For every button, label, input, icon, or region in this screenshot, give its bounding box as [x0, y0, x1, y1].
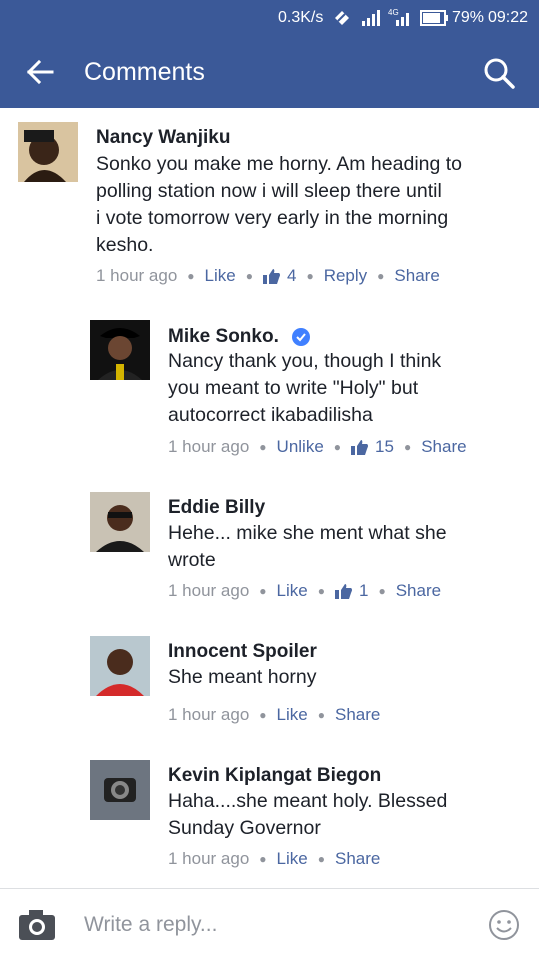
- separator: ●: [377, 269, 385, 283]
- thumbs-up-icon: [262, 269, 280, 284]
- comment-author[interactable]: Nancy Wanjiku: [96, 127, 230, 149]
- reply-composer: Write a reply...: [0, 888, 539, 961]
- like-button[interactable]: Like: [277, 705, 308, 725]
- back-arrow-icon[interactable]: [22, 54, 58, 90]
- status-bar: 0.3K/s 4G 79% 09:22: [0, 0, 539, 36]
- battery-level: 79%: [452, 9, 485, 26]
- comment-meta: 1 hour ago ● Like ● Share: [168, 849, 380, 869]
- comment-text: Nancy thank you, though I think you mean…: [168, 350, 442, 426]
- separator: ●: [259, 584, 267, 598]
- comment-meta: 1 hour ago ● Like ● 4 ● Reply ● Share: [96, 266, 440, 286]
- share-button[interactable]: Share: [396, 581, 441, 601]
- comment-author[interactable]: Innocent Spoiler: [168, 641, 317, 663]
- separator: ●: [317, 584, 325, 598]
- avatar[interactable]: [18, 122, 78, 182]
- battery-icon: [420, 10, 448, 26]
- comment-meta: 1 hour ago ● Like ● Share: [168, 705, 380, 725]
- comment-text: Sonko you make me horny. Am heading to p…: [96, 153, 463, 256]
- separator: ●: [317, 852, 325, 866]
- comment-author[interactable]: Eddie Billy: [168, 497, 265, 519]
- reply-button[interactable]: Reply: [324, 266, 367, 286]
- network-speed: 0.3K/s: [278, 9, 324, 26]
- separator: ●: [259, 852, 267, 866]
- comment-author[interactable]: Mike Sonko.: [168, 326, 311, 348]
- search-icon[interactable]: [482, 56, 516, 90]
- like-count[interactable]: 4: [287, 266, 296, 286]
- separator: ●: [259, 708, 267, 722]
- emoji-icon[interactable]: [488, 909, 520, 941]
- like-count[interactable]: 15: [375, 437, 394, 457]
- avatar[interactable]: [90, 492, 150, 552]
- separator: ●: [403, 440, 412, 454]
- separator: ●: [317, 708, 325, 722]
- comment-time: 1 hour ago: [96, 266, 178, 285]
- clock: 09:22: [488, 9, 529, 26]
- verified-badge-icon: [292, 327, 311, 346]
- comment-text: Hehe... mike she ment what she wrote: [168, 522, 447, 571]
- comment-time: 1 hour ago: [168, 581, 250, 600]
- unlike-button[interactable]: Unlike: [277, 437, 324, 457]
- share-button[interactable]: Share: [335, 705, 380, 725]
- app-bar: Comments: [0, 36, 539, 108]
- separator: ●: [306, 269, 314, 283]
- share-button[interactable]: Share: [394, 266, 439, 286]
- avatar[interactable]: [90, 636, 150, 696]
- avatar[interactable]: [90, 320, 150, 380]
- separator: ●: [245, 269, 253, 283]
- svg-text:4G: 4G: [388, 8, 399, 17]
- signal-icon: [362, 10, 380, 26]
- comment-author[interactable]: Kevin Kiplangat Biegon: [168, 765, 381, 787]
- thumbs-up-icon: [351, 440, 369, 455]
- comment-text: Haha....she meant holy. Blessed Sunday G…: [168, 790, 448, 839]
- thumbs-up-icon: [334, 584, 352, 599]
- like-button[interactable]: Like: [205, 266, 236, 286]
- comment-meta: 1 hour ago ● Unlike ● 15 ● Share: [168, 437, 467, 457]
- separator: ●: [259, 440, 267, 454]
- camera-icon[interactable]: [18, 909, 56, 941]
- share-button[interactable]: Share: [335, 849, 380, 869]
- like-button[interactable]: Like: [277, 581, 308, 601]
- comment-meta: 1 hour ago ● Like ● 1 ● Share: [168, 581, 441, 601]
- signal-4g-icon: 4G: [388, 8, 409, 26]
- like-count[interactable]: 1: [359, 581, 368, 601]
- author-name: Mike Sonko.: [168, 326, 279, 347]
- avatar[interactable]: [90, 760, 150, 820]
- reply-input[interactable]: Write a reply...: [84, 913, 217, 937]
- comment-time: 1 hour ago: [168, 437, 250, 456]
- page-title: Comments: [84, 58, 205, 86]
- comment-text: She meant horny: [168, 666, 317, 688]
- like-button[interactable]: Like: [277, 849, 308, 869]
- separator: ●: [378, 584, 386, 598]
- share-button[interactable]: Share: [421, 437, 466, 457]
- comment-time: 1 hour ago: [168, 705, 250, 724]
- data-saver-icon: [335, 11, 349, 25]
- separator: ●: [187, 269, 195, 283]
- separator: ●: [333, 440, 342, 454]
- comment-time: 1 hour ago: [168, 849, 250, 868]
